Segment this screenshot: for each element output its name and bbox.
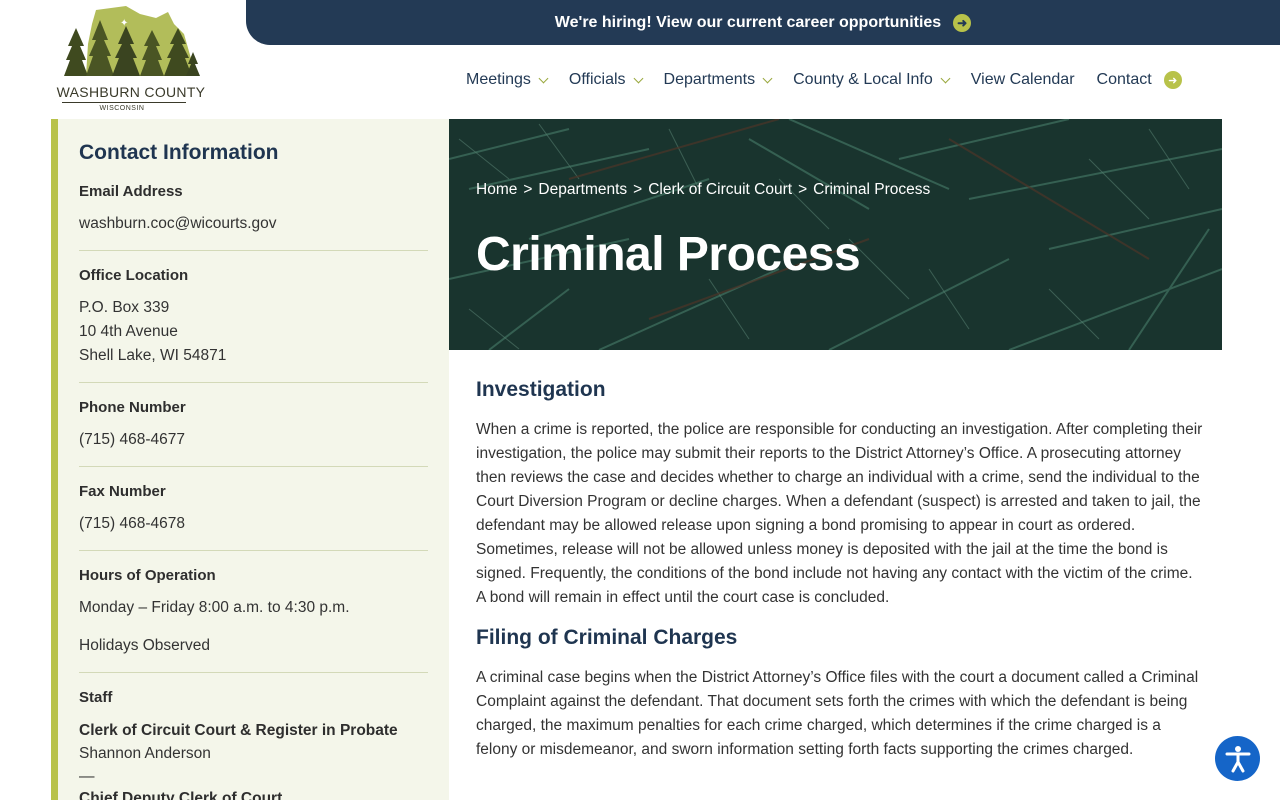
- breadcrumb-current: Criminal Process: [813, 181, 931, 198]
- section-heading-investigation: Investigation: [476, 378, 606, 401]
- nav-label[interactable]: View Calendar: [971, 71, 1075, 89]
- phone-block: Phone Number (715) 468-4677: [79, 399, 428, 467]
- office-line-3: Shell Lake, WI 54871: [79, 347, 227, 364]
- breadcrumb-separator: >: [798, 181, 808, 198]
- phone-link[interactable]: (715) 468-4677: [79, 428, 428, 452]
- section-heading-filing: Filing of Criminal Charges: [476, 626, 738, 649]
- nav-label[interactable]: Contact: [1097, 71, 1152, 89]
- breadcrumb-separator: >: [523, 181, 533, 198]
- email-block: Email Address washburn.coc@wicourts.gov: [79, 183, 428, 251]
- nav-item-view-calendar[interactable]: View Calendar: [971, 71, 1075, 89]
- staff-block: Staff Clerk of Circuit Court & Register …: [79, 689, 428, 800]
- staff-role: Clerk of Circuit Court & Register in Pro…: [79, 722, 398, 739]
- nav-label[interactable]: Officials: [569, 71, 626, 89]
- nav-label[interactable]: County & Local Info: [793, 71, 933, 89]
- nav-item-meetings[interactable]: Meetings: [466, 71, 549, 89]
- nav-item-contact[interactable]: Contact ➜: [1097, 71, 1182, 89]
- chevron-down-icon: [940, 73, 951, 83]
- chevron-down-icon: [762, 73, 773, 83]
- state-name: WISCONSIN: [99, 105, 145, 112]
- page-title: Criminal Process: [476, 228, 861, 281]
- office-block: Office Location P.O. Box 339 10 4th Aven…: [79, 267, 428, 383]
- nav-label[interactable]: Meetings: [466, 71, 531, 89]
- hiring-banner-text[interactable]: We're hiring! View our current career op…: [555, 14, 941, 32]
- breadcrumb-departments[interactable]: Departments: [538, 181, 627, 198]
- main-content: Investigation When a crime is reported, …: [476, 378, 1204, 778]
- email-label: Email Address: [79, 183, 183, 200]
- fax-value: (715) 468-4678: [79, 515, 185, 532]
- email-link[interactable]: washburn.coc@wicourts.gov: [79, 212, 428, 236]
- hours-value: Monday – Friday 8:00 a.m. to 4:30 p.m.: [79, 599, 350, 616]
- arrow-right-circle-icon[interactable]: ➜: [1163, 71, 1182, 89]
- county-name: WASHBURN COUNTY: [56, 84, 206, 100]
- office-label: Office Location: [79, 267, 189, 284]
- accessibility-icon: [1225, 745, 1250, 772]
- nav-item-departments[interactable]: Departments: [664, 71, 773, 89]
- fax-block: Fax Number (715) 468-4678: [79, 483, 428, 551]
- staff-name: Shannon Anderson: [79, 745, 211, 762]
- svg-text:✦: ✦: [120, 18, 128, 29]
- nav-label[interactable]: Departments: [664, 71, 756, 89]
- staff-label: Staff: [79, 689, 113, 706]
- nav-item-county-local-info[interactable]: County & Local Info: [793, 71, 951, 89]
- staff-role: Chief Deputy Clerk of Court: [79, 790, 283, 800]
- chevron-down-icon: [633, 73, 643, 83]
- staff-separator: —: [79, 768, 95, 785]
- nav-item-officials[interactable]: Officials: [569, 71, 643, 89]
- breadcrumb-clerk[interactable]: Clerk of Circuit Court: [648, 181, 792, 198]
- pine-trees-logo-icon: ✦: [64, 6, 200, 76]
- section-text-filing: A criminal case begins when the District…: [476, 669, 1199, 758]
- logo-divider: [62, 102, 186, 103]
- hiring-banner[interactable]: We're hiring! View our current career op…: [246, 0, 1280, 45]
- main-nav: Meetings Officials Departments County & …: [466, 68, 1204, 92]
- section-text-investigation: When a crime is reported, the police are…: [476, 421, 1203, 606]
- breadcrumb-separator: >: [633, 181, 643, 198]
- chevron-down-icon: [538, 73, 549, 83]
- breadcrumb: Home > Departments > Clerk of Circuit Court >…: [476, 181, 930, 199]
- sidebar-title: Contact Information: [79, 141, 279, 164]
- breadcrumb-home[interactable]: Home: [476, 181, 517, 198]
- phone-label: Phone Number: [79, 399, 186, 416]
- page-hero: Home > Departments > Clerk of Circuit Court >…: [449, 119, 1222, 350]
- office-line-2: 10 4th Avenue: [79, 323, 178, 340]
- hours-label: Hours of Operation: [79, 567, 216, 584]
- accessibility-button[interactable]: [1215, 736, 1260, 781]
- hours-note: Holidays Observed: [79, 637, 210, 654]
- hours-block: Hours of Operation Monday – Friday 8:00 …: [79, 567, 428, 673]
- office-line-1: P.O. Box 339: [79, 299, 170, 316]
- arrow-right-circle-icon[interactable]: ➜: [953, 13, 972, 32]
- contact-sidebar: Contact Information Email Address washbu…: [51, 119, 449, 800]
- fax-label: Fax Number: [79, 483, 166, 500]
- county-logo[interactable]: ✦ WASHBURN COUNTY WISCONSIN: [56, 4, 206, 116]
